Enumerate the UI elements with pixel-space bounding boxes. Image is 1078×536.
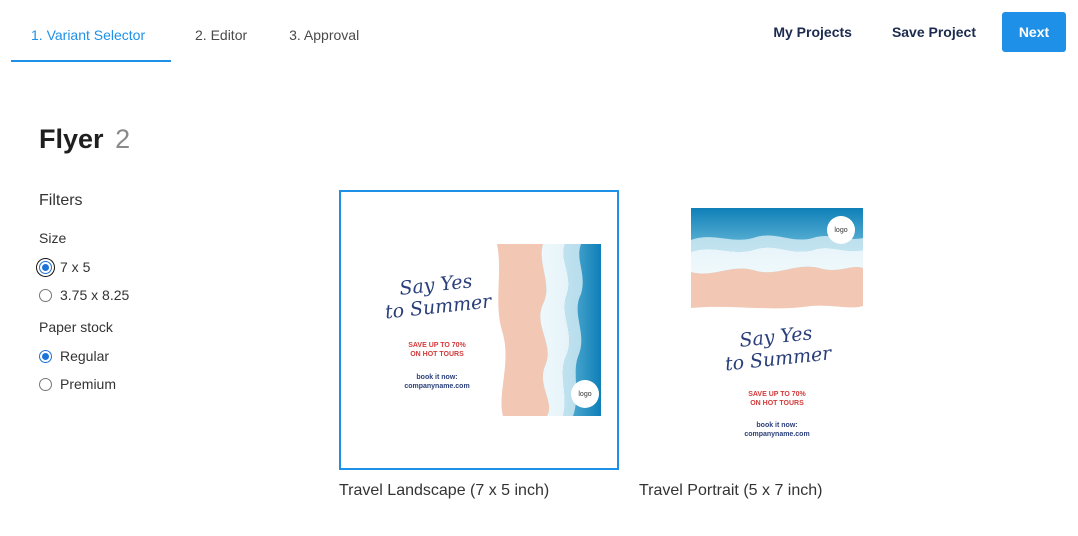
contact-line-2: companyname.com xyxy=(744,431,810,438)
contact-line-1: book it now: xyxy=(756,422,798,429)
paper-stock-filter-label: Paper stock xyxy=(39,319,113,335)
filters-title: Filters xyxy=(39,192,83,209)
variant-label[interactable]: Travel Portrait (5 x 7 inch) xyxy=(639,482,919,500)
variant-label[interactable]: Travel Landscape (7 x 5 inch) xyxy=(339,482,619,500)
logo-badge: logo xyxy=(827,216,855,244)
variant-card-travel-portrait[interactable]: Say Yes to Summer SAVE UP TO 70% ON HOT … xyxy=(639,190,919,500)
variant-count: 2 xyxy=(115,124,131,154)
flyer-preview-portrait: Say Yes to Summer SAVE UP TO 70% ON HOT … xyxy=(691,208,863,440)
paper-regular-radio[interactable] xyxy=(39,349,52,363)
size-option-3-75x8-25[interactable]: 3.75 x 8.25 xyxy=(39,281,279,309)
top-actions: My Projects Save Project Next xyxy=(753,12,1066,52)
size-filter-label: Size xyxy=(39,230,67,246)
save-project-button[interactable]: Save Project xyxy=(872,12,996,52)
promo-line-2: ON HOT TOURS xyxy=(750,400,804,407)
flyer-contact: book it now: companyname.com xyxy=(375,373,499,391)
paper-regular-label: Regular xyxy=(60,348,110,364)
flyer-preview-landscape: Say Yes to Summer SAVE UP TO 70% ON HOT … xyxy=(375,244,601,416)
next-button[interactable]: Next xyxy=(1002,12,1066,52)
size-7x5-radio[interactable] xyxy=(39,260,52,274)
flyer-headline: Say Yes to Summer xyxy=(375,268,501,325)
contact-line-2: companyname.com xyxy=(404,383,470,390)
variant-card-travel-landscape[interactable]: Say Yes to Summer SAVE UP TO 70% ON HOT … xyxy=(339,190,619,500)
size-3-75x8-25-label: 3.75 x 8.25 xyxy=(60,287,130,303)
paper-option-premium[interactable]: Premium xyxy=(39,370,279,398)
step-tabs: 1. Variant Selector 2. Editor 3. Approva… xyxy=(11,0,379,62)
flyer-promo: SAVE UP TO 70% ON HOT TOURS xyxy=(375,341,499,359)
my-projects-button[interactable]: My Projects xyxy=(753,12,872,52)
logo-badge: logo xyxy=(571,380,599,408)
size-option-7x5[interactable]: 7 x 5 xyxy=(39,253,279,281)
page-title-text: Flyer xyxy=(39,124,104,154)
flyer-headline: Say Yes to Summer xyxy=(709,319,845,377)
tab-variant-selector[interactable]: 1. Variant Selector xyxy=(11,0,171,62)
size-7x5-label: 7 x 5 xyxy=(60,259,91,275)
promo-line-2: ON HOT TOURS xyxy=(410,351,464,358)
paper-premium-radio[interactable] xyxy=(39,377,52,391)
variant-thumbnail[interactable]: Say Yes to Summer SAVE UP TO 70% ON HOT … xyxy=(339,190,619,470)
flyer-contact: book it now: companyname.com xyxy=(691,421,863,439)
flyer-promo: SAVE UP TO 70% ON HOT TOURS xyxy=(691,390,863,408)
paper-option-regular[interactable]: Regular xyxy=(39,342,279,370)
size-3-75x8-25-radio[interactable] xyxy=(39,288,52,302)
tab-approval[interactable]: 3. Approval xyxy=(269,0,379,62)
variant-thumbnail[interactable]: Say Yes to Summer SAVE UP TO 70% ON HOT … xyxy=(639,190,919,470)
promo-line-1: SAVE UP TO 70% xyxy=(748,391,806,398)
promo-line-1: SAVE UP TO 70% xyxy=(408,342,466,349)
contact-line-1: book it now: xyxy=(416,374,458,381)
paper-premium-label: Premium xyxy=(60,376,117,392)
top-navigation: 1. Variant Selector 2. Editor 3. Approva… xyxy=(0,0,1078,70)
filter-group-gap xyxy=(39,309,279,319)
filters-panel: Filters Size 7 x 5 3.75 x 8.25 Paper sto… xyxy=(39,192,279,398)
page-title: Flyer 2 xyxy=(39,124,130,155)
tab-editor[interactable]: 2. Editor xyxy=(175,0,267,62)
